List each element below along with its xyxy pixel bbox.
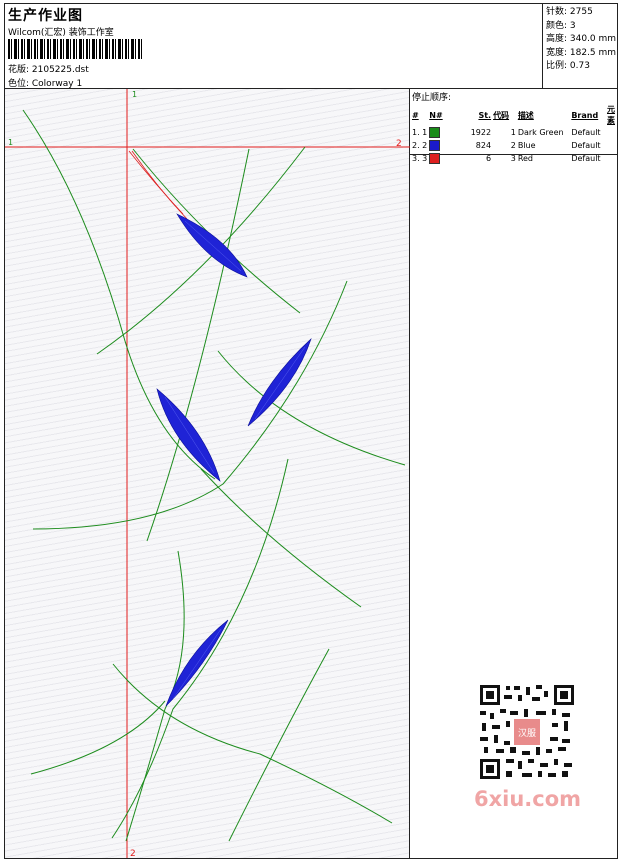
col-hash: # bbox=[412, 110, 419, 120]
seal-stamp-text: 汉服 bbox=[518, 728, 536, 739]
green-stem bbox=[132, 148, 301, 314]
green-stem bbox=[217, 350, 406, 466]
qr-code: 汉服 bbox=[466, 681, 578, 783]
design-height: 高度: 340.0 mm bbox=[546, 34, 617, 44]
leaf-satin-texture bbox=[164, 220, 306, 700]
design-file: 花版: 2105225.dst bbox=[8, 65, 89, 75]
element-cell bbox=[607, 152, 617, 165]
red-stem bbox=[128, 150, 184, 215]
table-row[interactable]: 2. 2 824 2 Blue Default bbox=[412, 139, 617, 152]
code-cell: 3 bbox=[510, 154, 516, 163]
stop-index: 1. 1 bbox=[412, 128, 428, 137]
color-swatch bbox=[429, 127, 441, 138]
green-stem bbox=[228, 648, 330, 842]
header-info: 生产作业图 Wilcom(汇宏) 装饰工作室 花版: 2105225.dst 色… bbox=[5, 4, 543, 89]
green-stem bbox=[96, 146, 306, 355]
red-stem bbox=[131, 150, 188, 220]
axis-label-h-right: 2 bbox=[396, 139, 402, 149]
design-canvas[interactable]: 1 2 1 2 bbox=[5, 89, 410, 858]
color-swatch-cell bbox=[429, 126, 456, 139]
color-swatch bbox=[429, 140, 441, 151]
col-needle: N# bbox=[429, 110, 443, 120]
stitch-count-cell: 6 bbox=[485, 154, 492, 163]
color-swatch-cell bbox=[429, 139, 456, 152]
col-code: 代码 bbox=[493, 110, 510, 120]
stitch-count: 针数: 2755 bbox=[546, 7, 593, 17]
description-cell: Red bbox=[517, 154, 534, 163]
design-width: 宽度: 182.5 mm bbox=[546, 47, 617, 58]
watermark-site: 6xiu.com bbox=[474, 787, 582, 811]
axis-label-h-left: 1 bbox=[8, 138, 13, 147]
stitch-count-cell: 824 bbox=[475, 141, 492, 150]
table-row[interactable]: 1. 1 1922 1 Dark Green Default bbox=[412, 126, 617, 139]
code-cell: 1 bbox=[510, 128, 516, 137]
element-cell bbox=[607, 139, 617, 152]
green-stem bbox=[30, 700, 166, 775]
qr-code-graphic: 汉服 bbox=[466, 681, 578, 783]
description-cell: Blue bbox=[517, 141, 536, 150]
color-count: 颜色: 3 bbox=[546, 20, 576, 31]
description-cell: Dark Green bbox=[517, 128, 564, 137]
barcode bbox=[8, 39, 143, 59]
embroidery-preview: 1 2 1 2 bbox=[5, 89, 410, 858]
stop-sequence-header: 停止顺序: # N# St. 代码 描述 Brand 元素 1. 1 1922 … bbox=[410, 89, 617, 164]
blue-leaf bbox=[165, 619, 229, 707]
stats-box: 针数: 2755 颜色: 3 高度: 340.0 mm 宽度: 182.5 mm… bbox=[543, 4, 617, 89]
stop-index: 3. 3 bbox=[412, 154, 428, 163]
col-description: 描述 bbox=[517, 110, 534, 120]
colorway-label: 色位: Colorway 1 bbox=[8, 79, 83, 89]
table-row[interactable]: 3. 3 6 3 Red Default bbox=[412, 152, 617, 165]
axis-label-v-bottom: 2 bbox=[130, 849, 136, 858]
brand-cell: Default bbox=[571, 154, 601, 163]
stitch-count-cell: 1922 bbox=[470, 128, 492, 137]
color-swatch bbox=[429, 153, 441, 164]
stop-sequence-title: 停止顺序: bbox=[412, 93, 452, 103]
green-stem bbox=[32, 280, 348, 530]
stop-index: 2. 2 bbox=[412, 141, 428, 150]
col-stitches: St. bbox=[478, 110, 492, 120]
code-cell: 2 bbox=[510, 141, 516, 150]
col-element: 元素 bbox=[607, 105, 615, 125]
worksheet-title: 生产作业图 bbox=[8, 8, 83, 24]
stop-sequence-table: # N# St. 代码 描述 Brand 元素 1. 1 1922 1 Dark… bbox=[412, 104, 617, 165]
element-cell bbox=[607, 126, 617, 139]
scale-ratio: 比例: 0.73 bbox=[546, 61, 590, 71]
red-stitch-lines bbox=[128, 150, 188, 220]
table-header-row: # N# St. 代码 描述 Brand 元素 bbox=[412, 104, 617, 126]
axis-label-v-top: 1 bbox=[132, 90, 137, 99]
brand-cell: Default bbox=[571, 141, 601, 150]
color-swatch-cell bbox=[429, 152, 456, 165]
green-stem bbox=[146, 148, 250, 542]
brand-cell: Default bbox=[571, 128, 601, 137]
col-brand: Brand bbox=[571, 110, 599, 120]
studio-name: Wilcom(汇宏) 装饰工作室 bbox=[8, 28, 114, 38]
